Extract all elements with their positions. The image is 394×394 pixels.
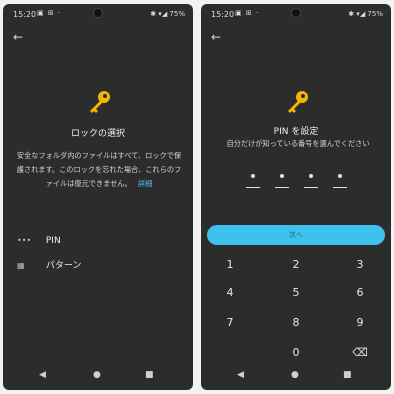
key-8[interactable]: 8 [281,316,311,332]
nav-recents-icon[interactable]: ■ [145,370,154,380]
option-pattern[interactable]: ▦ パターン [17,258,81,271]
front-camera [291,8,301,18]
key-icon [288,91,308,113]
option-pin[interactable]: ••• PIN [17,236,61,246]
key-9[interactable]: 9 [345,316,375,332]
key-5[interactable]: 5 [281,286,311,302]
back-arrow-icon[interactable]: ← [13,30,23,44]
nav-recents-icon[interactable]: ■ [343,370,352,380]
navigation-bar: ◀ ● ■ [201,370,391,384]
key-1[interactable]: 1 [215,258,245,274]
status-bar: 15:20 ▣ ⊞ · ✱ ▾◢ 75% [3,4,193,24]
pin-digit-slot [245,172,261,190]
back-arrow-icon[interactable]: ← [211,30,221,44]
key-7[interactable]: 7 [215,316,245,332]
pin-digit-slot [274,172,290,190]
status-battery: ✱ ▾◢ 75% [150,10,185,18]
status-battery: ✱ ▾◢ 75% [348,10,383,18]
key-3[interactable]: 3 [345,258,375,274]
backspace-icon[interactable]: ⌫ [345,346,375,362]
pattern-icon: ▦ [17,261,25,270]
description: 安全なフォルダ内のファイルはすべて、ロックで保護されます。このロックを忘れた場合… [15,149,183,191]
key-0[interactable]: 0 [281,346,311,362]
nav-back-icon[interactable]: ◀ [237,370,244,380]
numeric-keypad: 1 2 3 4 5 6 7 8 9 0 ⌫ [201,258,391,370]
status-time: 15:20 [211,10,235,19]
nav-home-icon[interactable]: ● [291,370,299,380]
pin-entry-field[interactable] [245,172,349,192]
option-pattern-label: パターン [45,261,82,271]
status-bar: 15:20 ▣ ⊞ · ✱ ▾◢ 75% [201,4,391,24]
pin-digit-slot [303,172,319,190]
more-details-link[interactable]: 詳細 [138,179,152,188]
navigation-bar: ◀ ● ■ [3,370,193,384]
key-icon [90,91,110,113]
description: 自分だけが知っている番号を選んでください [226,139,370,148]
front-camera [93,8,103,18]
key-6[interactable]: 6 [345,286,375,302]
status-notification-icons: ▣ ⊞ · [37,9,62,17]
status-notification-icons: ▣ ⊞ · [235,9,260,17]
status-time: 15:20 [13,10,37,19]
pin-icon: ••• [17,236,32,245]
option-pin-label: PIN [45,236,61,246]
nav-back-icon[interactable]: ◀ [39,370,46,380]
lock-selection-screen: 15:20 ▣ ⊞ · ✱ ▾◢ 75% ← ロックの選択 安全なフォルダ内のフ… [3,4,193,390]
next-button[interactable]: 次へ [207,225,385,245]
description-text: 安全なフォルダ内のファイルはすべて、ロックで保護されます。このロックを忘れた場合… [16,151,182,188]
nav-home-icon[interactable]: ● [93,370,101,380]
key-4[interactable]: 4 [215,286,245,302]
page-title: PIN を設定 [273,127,319,137]
pin-digit-slot [332,172,348,190]
page-title: ロックの選択 [70,129,125,139]
pin-setup-screen: 15:20 ▣ ⊞ · ✱ ▾◢ 75% ← PIN を設定 自分だけが知ってい… [201,4,391,390]
key-2[interactable]: 2 [281,258,311,274]
